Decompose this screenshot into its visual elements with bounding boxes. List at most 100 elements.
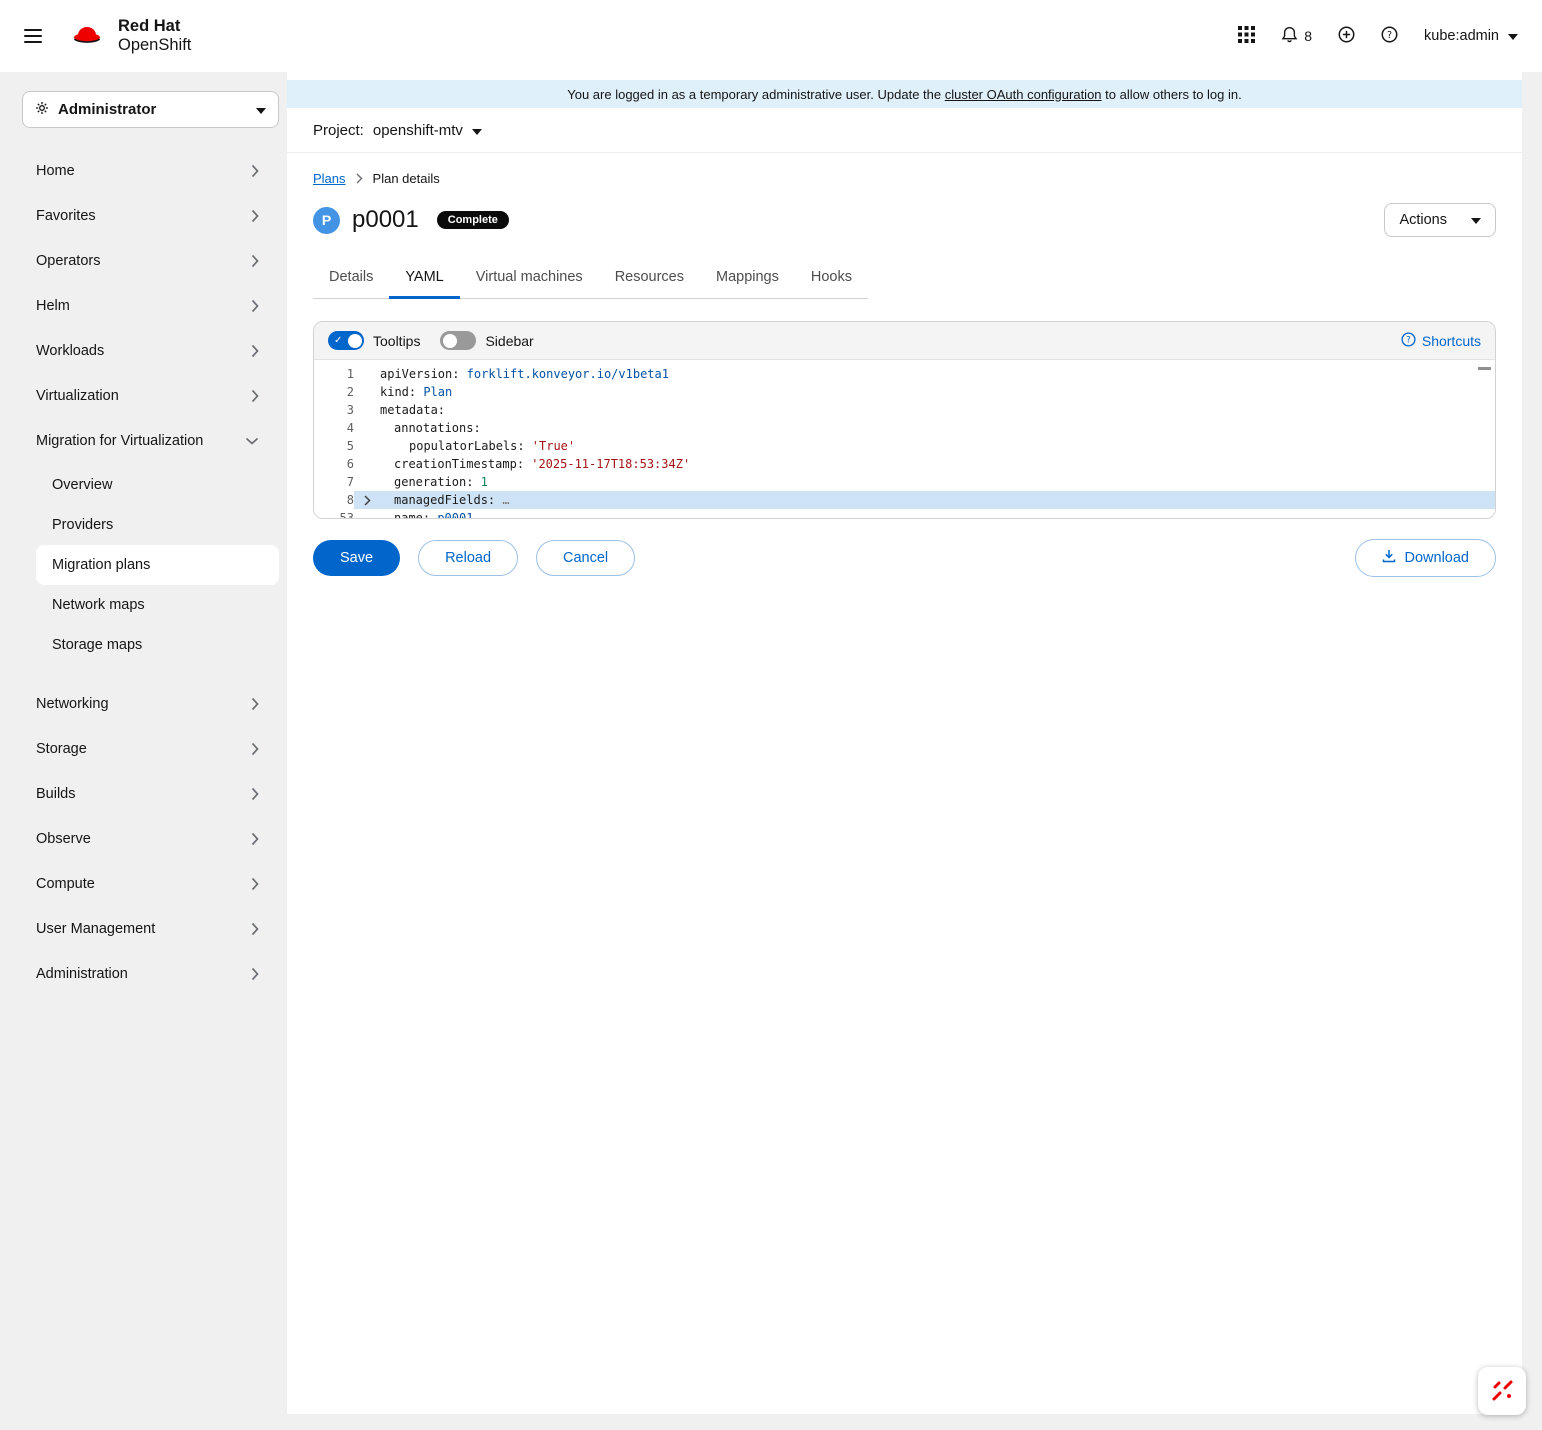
yaml-editor[interactable]: 1 apiVersion: forklift.konveyor.io/v1beta…	[314, 360, 1495, 518]
sidebar-item-virtualization[interactable]: Virtualization	[0, 373, 287, 418]
tab-yaml[interactable]: YAML	[389, 259, 459, 299]
chevron-right-icon	[251, 697, 259, 711]
app-launcher-button[interactable]	[1238, 26, 1255, 46]
user-menu[interactable]: kube:admin	[1424, 28, 1518, 44]
tab-resources[interactable]: Resources	[599, 259, 700, 299]
yaml-value: p0001	[437, 511, 473, 518]
tab-mappings[interactable]: Mappings	[700, 259, 795, 299]
reload-button[interactable]: Reload	[418, 540, 518, 576]
hamburger-menu-icon[interactable]	[24, 29, 42, 43]
yaml-value: forklift.konveyor.io/v1beta1	[467, 367, 669, 381]
caret-down-icon	[256, 101, 266, 118]
tab-details[interactable]: Details	[313, 259, 389, 299]
chevron-right-icon	[251, 299, 259, 313]
project-name: openshift-mtv	[373, 122, 463, 139]
chevron-right-icon	[251, 742, 259, 756]
sidebar-toggle[interactable]	[440, 331, 476, 350]
yaml-key: populatorLabels:	[409, 439, 525, 453]
tooltips-toggle[interactable]	[328, 331, 364, 350]
notifications-button[interactable]: 8	[1281, 26, 1312, 47]
cancel-button[interactable]: Cancel	[536, 540, 635, 576]
sidebar-item-user-management[interactable]: User Management	[0, 906, 287, 951]
actions-dropdown[interactable]: Actions	[1384, 203, 1496, 237]
yaml-key: apiVersion:	[380, 367, 459, 381]
sidebar-subitem-providers[interactable]: Providers	[36, 505, 279, 545]
editor-line: 5 populatorLabels:'True'	[314, 437, 1495, 455]
tooltips-toggle-label: Tooltips	[373, 333, 420, 349]
sidebar-item-label: Observe	[36, 831, 91, 847]
sidebar-subitem-label: Providers	[52, 517, 113, 533]
sidebar-item-observe[interactable]: Observe	[0, 816, 287, 861]
sidebar-item-label: Builds	[36, 786, 76, 802]
yaml-key: creationTimestamp:	[394, 457, 524, 471]
caret-down-icon	[1508, 28, 1518, 44]
sidebar-subitem-label: Overview	[52, 477, 112, 493]
import-add-button[interactable]	[1338, 26, 1355, 46]
line-number: 7	[314, 473, 354, 491]
sidebar-item-label: Migration for Virtualization	[36, 433, 203, 449]
sidebar-item-label: Compute	[36, 876, 95, 892]
svg-text:?: ?	[1387, 30, 1392, 41]
editor-line: 2 kind:Plan	[314, 383, 1495, 401]
sidebar-item-label: Virtualization	[36, 388, 119, 404]
line-number: 1	[314, 365, 354, 383]
sidebar-subitem-network-maps[interactable]: Network maps	[36, 585, 279, 625]
redhat-openshift-logo[interactable]: Red Hat OpenShift	[66, 17, 191, 55]
yaml-number: 1	[481, 475, 488, 489]
editor-line: 4 annotations:	[314, 419, 1495, 437]
line-number: 2	[314, 383, 354, 401]
brand-line-1: Red Hat	[118, 17, 191, 36]
sidebar-item-networking[interactable]: Networking	[0, 681, 287, 726]
sidebar-item-helm[interactable]: Helm	[0, 283, 287, 328]
sidebar-item-compute[interactable]: Compute	[0, 861, 287, 906]
chevron-right-icon	[251, 164, 259, 178]
sidebar-item-storage[interactable]: Storage	[0, 726, 287, 771]
line-number: 3	[314, 401, 354, 419]
sidebar-item-favorites[interactable]: Favorites	[0, 193, 287, 238]
sidebar-item-label: Operators	[36, 253, 100, 269]
sidebar-item-home[interactable]: Home	[0, 148, 287, 193]
perspective-label: Administrator	[58, 101, 156, 118]
svg-text:?: ?	[1406, 334, 1410, 344]
chevron-right-icon	[251, 877, 259, 891]
lightspeed-launcher-button[interactable]	[1478, 1367, 1526, 1415]
banner-text-before: You are logged in as a temporary adminis…	[567, 87, 944, 102]
perspective-switcher[interactable]: Administrator	[22, 91, 279, 128]
caret-down-icon	[472, 122, 482, 139]
editor-line: 7 generation:1	[314, 473, 1495, 491]
tab-virtual-machines[interactable]: Virtual machines	[460, 259, 599, 299]
tab-hooks[interactable]: Hooks	[795, 259, 868, 299]
login-alert-banner: You are logged in as a temporary adminis…	[287, 80, 1522, 108]
masthead: Red Hat OpenShift	[0, 0, 1542, 72]
sidebar-item-operators[interactable]: Operators	[0, 238, 287, 283]
sidebar-nav: Home Favorites Operators Helm Workloads …	[0, 134, 287, 996]
shortcuts-link[interactable]: ? Shortcuts	[1401, 332, 1481, 350]
sidebar-item-migration-for-virtualization[interactable]: Migration for Virtualization	[0, 418, 287, 463]
bell-icon	[1281, 26, 1298, 47]
chevron-right-icon	[251, 254, 259, 268]
yaml-key: name:	[394, 511, 430, 518]
save-button[interactable]: Save	[313, 540, 400, 576]
yaml-editor-card: Tooltips Sidebar ? Shortcuts 1	[313, 321, 1496, 519]
sidebar-item-workloads[interactable]: Workloads	[0, 328, 287, 373]
plan-icon: P	[313, 207, 340, 234]
fold-toggle-chevron-right-icon[interactable]	[354, 495, 380, 506]
sidebar-item-administration[interactable]: Administration	[0, 951, 287, 996]
sidebar-item-builds[interactable]: Builds	[0, 771, 287, 816]
folded-content-ellipsis[interactable]: …	[502, 493, 509, 507]
breadcrumb-plans-link[interactable]: Plans	[313, 171, 346, 186]
sidebar-subitem-storage-maps[interactable]: Storage maps	[36, 625, 279, 665]
help-button[interactable]: ?	[1381, 26, 1398, 46]
sidebar-subnav-migration: Overview Providers Migration plans Netwo…	[0, 463, 287, 671]
cluster-oauth-link[interactable]: cluster OAuth configuration	[945, 87, 1102, 102]
chevron-right-icon	[251, 787, 259, 801]
yaml-key: managedFields:	[394, 493, 495, 507]
editor-scrollbar-thumb[interactable]	[1478, 367, 1491, 370]
sidebar-subitem-migration-plans[interactable]: Migration plans	[36, 545, 279, 585]
sidebar-subitem-overview[interactable]: Overview	[36, 465, 279, 505]
chevron-right-icon	[251, 967, 259, 981]
masthead-utilities: 8 ? kube:admin	[1238, 26, 1518, 47]
project-selector[interactable]: Project: openshift-mtv	[287, 108, 1522, 153]
editor-line: 1 apiVersion: forklift.konveyor.io/v1beta…	[314, 365, 1495, 383]
download-button[interactable]: Download	[1355, 539, 1497, 577]
